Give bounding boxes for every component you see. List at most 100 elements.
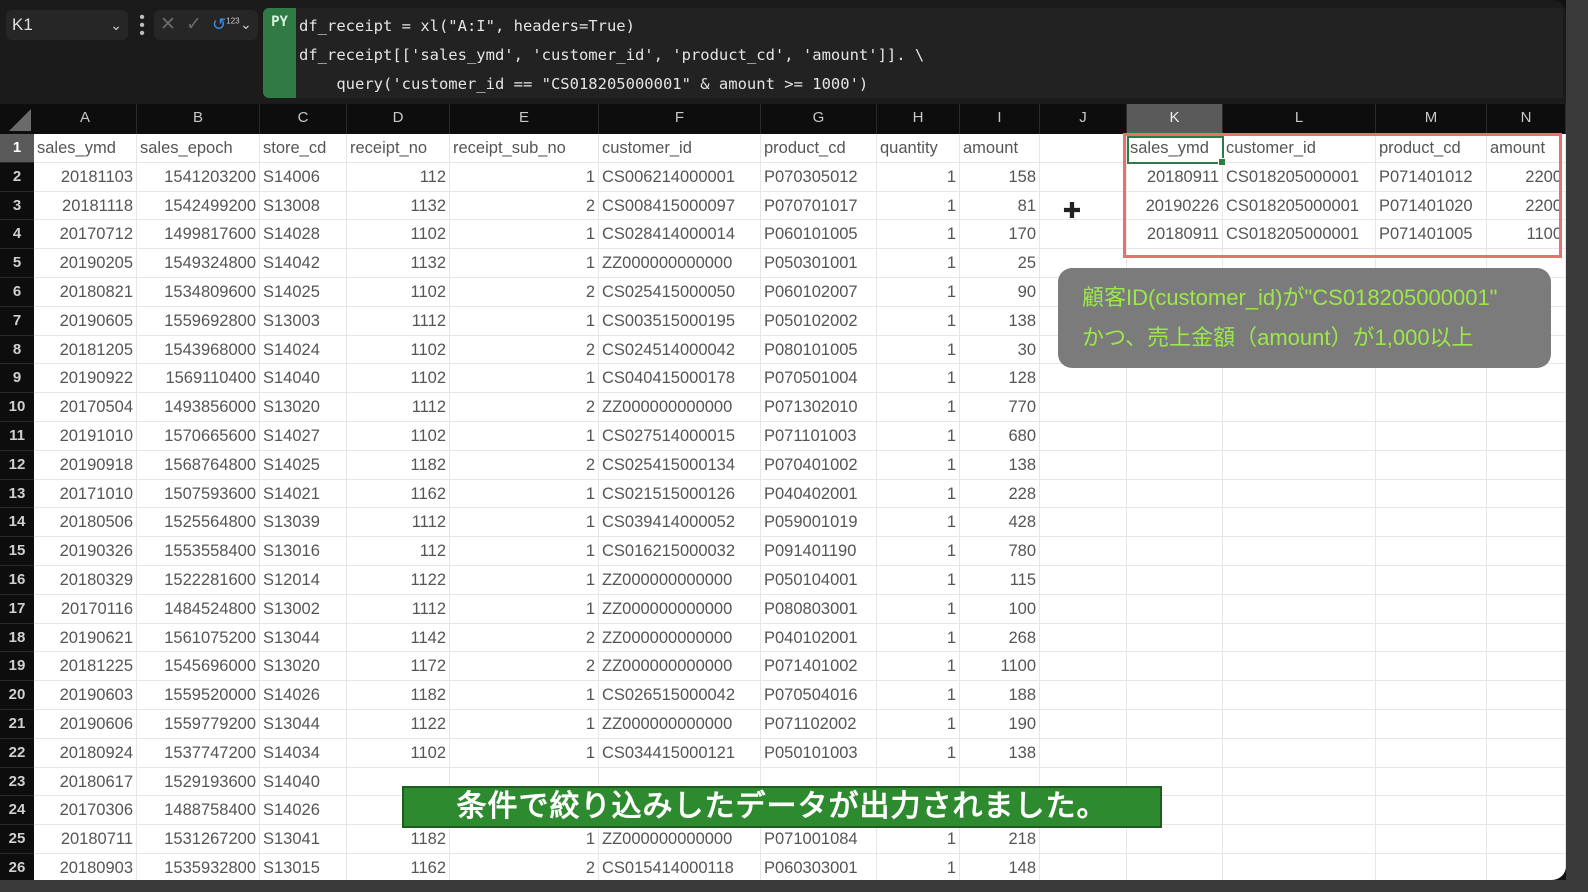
result-cell[interactable]: 2200: [1487, 191, 1566, 221]
table-cell[interactable]: 1132: [347, 249, 450, 278]
table-cell[interactable]: 20180821: [34, 278, 137, 307]
row-header[interactable]: 26: [0, 854, 34, 880]
cell[interactable]: [1376, 652, 1487, 682]
column-header-j[interactable]: J: [1040, 104, 1127, 134]
row-header[interactable]: 22: [0, 738, 34, 768]
table-cell[interactable]: CS025415000134: [599, 450, 761, 480]
table-cell[interactable]: 1112: [347, 508, 450, 538]
table-cell[interactable]: CS024514000042: [599, 335, 761, 365]
table-cell[interactable]: 1: [450, 364, 599, 394]
cell[interactable]: [1127, 594, 1223, 624]
result-header-cell[interactable]: product_cd: [1376, 134, 1487, 163]
table-cell[interactable]: 1553558400: [137, 537, 260, 566]
cell[interactable]: [1376, 566, 1487, 595]
cell[interactable]: [1127, 710, 1223, 739]
table-cell[interactable]: 1: [877, 738, 960, 768]
cell[interactable]: [1040, 508, 1127, 538]
cell[interactable]: [1127, 566, 1223, 595]
table-cell[interactable]: 1: [877, 422, 960, 451]
table-cell[interactable]: P080803001: [761, 594, 877, 624]
cell[interactable]: [1376, 623, 1487, 653]
cell[interactable]: [1487, 450, 1566, 480]
column-header-l[interactable]: L: [1223, 104, 1376, 134]
cell[interactable]: [1127, 854, 1223, 880]
table-cell[interactable]: 770: [960, 393, 1040, 422]
select-all-button[interactable]: [0, 104, 34, 134]
table-cell[interactable]: 1: [450, 479, 599, 509]
table-cell[interactable]: 1: [877, 537, 960, 566]
table-cell[interactable]: 1: [877, 249, 960, 278]
table-cell[interactable]: 1561075200: [137, 623, 260, 653]
table-cell[interactable]: 1: [877, 681, 960, 710]
row-header[interactable]: 11: [0, 422, 34, 451]
table-cell[interactable]: CS028414000014: [599, 220, 761, 250]
cell[interactable]: [1040, 162, 1127, 192]
table-cell[interactable]: 1182: [347, 450, 450, 480]
table-cell[interactable]: 1: [877, 594, 960, 624]
header-cell[interactable]: quantity: [877, 134, 960, 163]
table-cell[interactable]: 20190605: [34, 306, 137, 336]
cell[interactable]: [1487, 623, 1566, 653]
cell[interactable]: [1376, 537, 1487, 566]
cell[interactable]: [1127, 422, 1223, 451]
table-cell[interactable]: S13020: [260, 393, 347, 422]
cell[interactable]: [1040, 191, 1127, 221]
table-cell[interactable]: P071302010: [761, 393, 877, 422]
result-header-cell[interactable]: sales_ymd: [1127, 134, 1223, 163]
header-cell[interactable]: sales_epoch: [137, 134, 260, 163]
table-cell[interactable]: 1: [450, 738, 599, 768]
cell[interactable]: [1223, 450, 1376, 480]
cell[interactable]: [1040, 479, 1127, 509]
table-cell[interactable]: 1: [877, 278, 960, 307]
table-cell[interactable]: ZZ000000000000: [599, 652, 761, 682]
column-header-f[interactable]: F: [599, 104, 761, 134]
result-cell[interactable]: 20190226: [1127, 191, 1223, 221]
table-cell[interactable]: CS034415000121: [599, 738, 761, 768]
header-cell[interactable]: customer_id: [599, 134, 761, 163]
column-header-c[interactable]: C: [260, 104, 347, 134]
column-header-d[interactable]: D: [347, 104, 450, 134]
table-cell[interactable]: 138: [960, 738, 1040, 768]
table-cell[interactable]: 20180924: [34, 738, 137, 768]
table-cell[interactable]: ZZ000000000000: [599, 623, 761, 653]
table-cell[interactable]: 1: [450, 306, 599, 336]
cell[interactable]: [1223, 767, 1376, 797]
table-cell[interactable]: CS040415000178: [599, 364, 761, 394]
spreadsheet-grid[interactable]: ABCDEFGHIJKLMN 1 2 3 4 5 6 7 8 9 10 11 12 13 14 15 16 17…: [0, 104, 1566, 880]
table-cell[interactable]: 1: [450, 162, 599, 192]
table-cell[interactable]: 1568764800: [137, 450, 260, 480]
cell[interactable]: [1376, 422, 1487, 451]
cell[interactable]: [1487, 566, 1566, 595]
cell[interactable]: [1040, 566, 1127, 595]
cell[interactable]: [1127, 738, 1223, 768]
cell[interactable]: [1223, 623, 1376, 653]
name-box[interactable]: K1 ⌄: [6, 10, 128, 40]
table-cell[interactable]: 1162: [347, 479, 450, 509]
result-cell[interactable]: 1100: [1487, 220, 1566, 250]
table-cell[interactable]: 1525564800: [137, 508, 260, 538]
table-cell[interactable]: 1102: [347, 220, 450, 250]
header-cell[interactable]: receipt_no: [347, 134, 450, 163]
table-cell[interactable]: 1: [450, 508, 599, 538]
table-cell[interactable]: S14040: [260, 767, 347, 797]
table-cell[interactable]: S13041: [260, 825, 347, 854]
cell[interactable]: [1040, 623, 1127, 653]
python-output-123-icon[interactable]: ↺123: [212, 15, 240, 35]
row-header[interactable]: 1: [0, 134, 34, 163]
table-cell[interactable]: 1: [877, 306, 960, 336]
table-cell[interactable]: 1559779200: [137, 710, 260, 739]
table-cell[interactable]: S13003: [260, 306, 347, 336]
table-cell[interactable]: ZZ000000000000: [599, 825, 761, 854]
cell[interactable]: [1040, 594, 1127, 624]
cell[interactable]: [1376, 825, 1487, 854]
table-cell[interactable]: 170: [960, 220, 1040, 250]
table-cell[interactable]: CS016215000032: [599, 537, 761, 566]
cell[interactable]: [1223, 537, 1376, 566]
table-cell[interactable]: P050101003: [761, 738, 877, 768]
cell[interactable]: [1487, 854, 1566, 880]
table-cell[interactable]: P071401002: [761, 652, 877, 682]
table-cell[interactable]: 1: [877, 508, 960, 538]
table-cell[interactable]: 1: [877, 479, 960, 509]
row-header[interactable]: 17: [0, 594, 34, 624]
table-cell[interactable]: P040402001: [761, 479, 877, 509]
